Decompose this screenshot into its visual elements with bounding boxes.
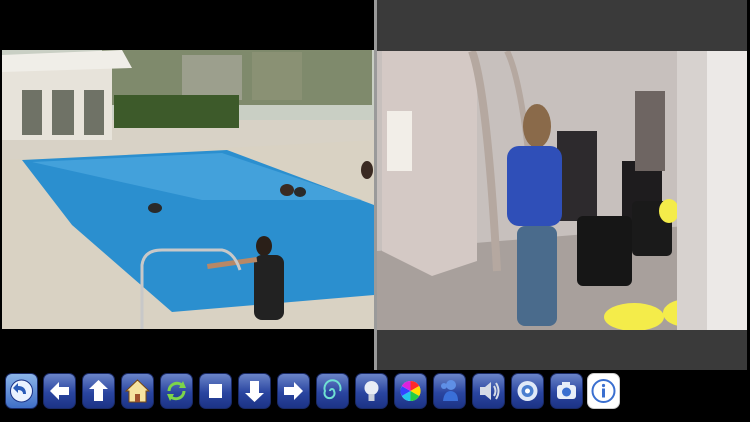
tilt-down-button[interactable] <box>238 373 271 409</box>
camera-icon <box>557 382 576 399</box>
back-arrow-icon <box>10 379 33 403</box>
refresh-icon <box>167 381 186 401</box>
talk-button[interactable] <box>433 373 466 409</box>
ptz-spiral-icon <box>323 379 342 400</box>
pan-left-button[interactable] <box>43 373 76 409</box>
color-button[interactable] <box>394 373 427 409</box>
salon-scene-image <box>377 51 747 330</box>
stop-icon <box>209 384 222 398</box>
record-icon <box>517 381 538 401</box>
home-icon <box>124 379 151 403</box>
pool-camera-feed[interactable] <box>2 50 374 329</box>
info-button[interactable] <box>587 373 620 409</box>
arrow-left-icon <box>50 382 69 400</box>
control-toolbar <box>0 370 750 422</box>
color-wheel-icon <box>400 380 421 402</box>
audio-button[interactable] <box>472 373 505 409</box>
arrow-right-icon <box>284 382 303 400</box>
refresh-button[interactable] <box>160 373 193 409</box>
home-button[interactable] <box>121 373 154 409</box>
pan-right-button[interactable] <box>277 373 310 409</box>
arrow-up-icon <box>89 380 108 401</box>
light-button[interactable] <box>355 373 388 409</box>
salon-camera-feed[interactable] <box>377 51 747 330</box>
arrow-down-icon <box>245 381 264 402</box>
ptz-button[interactable] <box>316 373 349 409</box>
tilt-up-button[interactable] <box>82 373 115 409</box>
info-icon <box>591 379 616 403</box>
camera-view-left[interactable] <box>0 0 374 370</box>
snapshot-button[interactable] <box>550 373 583 409</box>
record-button[interactable] <box>511 373 544 409</box>
person-talk-icon <box>441 380 458 401</box>
camera-view-right[interactable] <box>377 0 747 370</box>
speaker-icon <box>480 382 500 400</box>
stop-button[interactable] <box>199 373 232 409</box>
back-button[interactable] <box>5 373 38 409</box>
pool-scene-image <box>2 50 374 329</box>
lightbulb-icon <box>364 381 379 401</box>
